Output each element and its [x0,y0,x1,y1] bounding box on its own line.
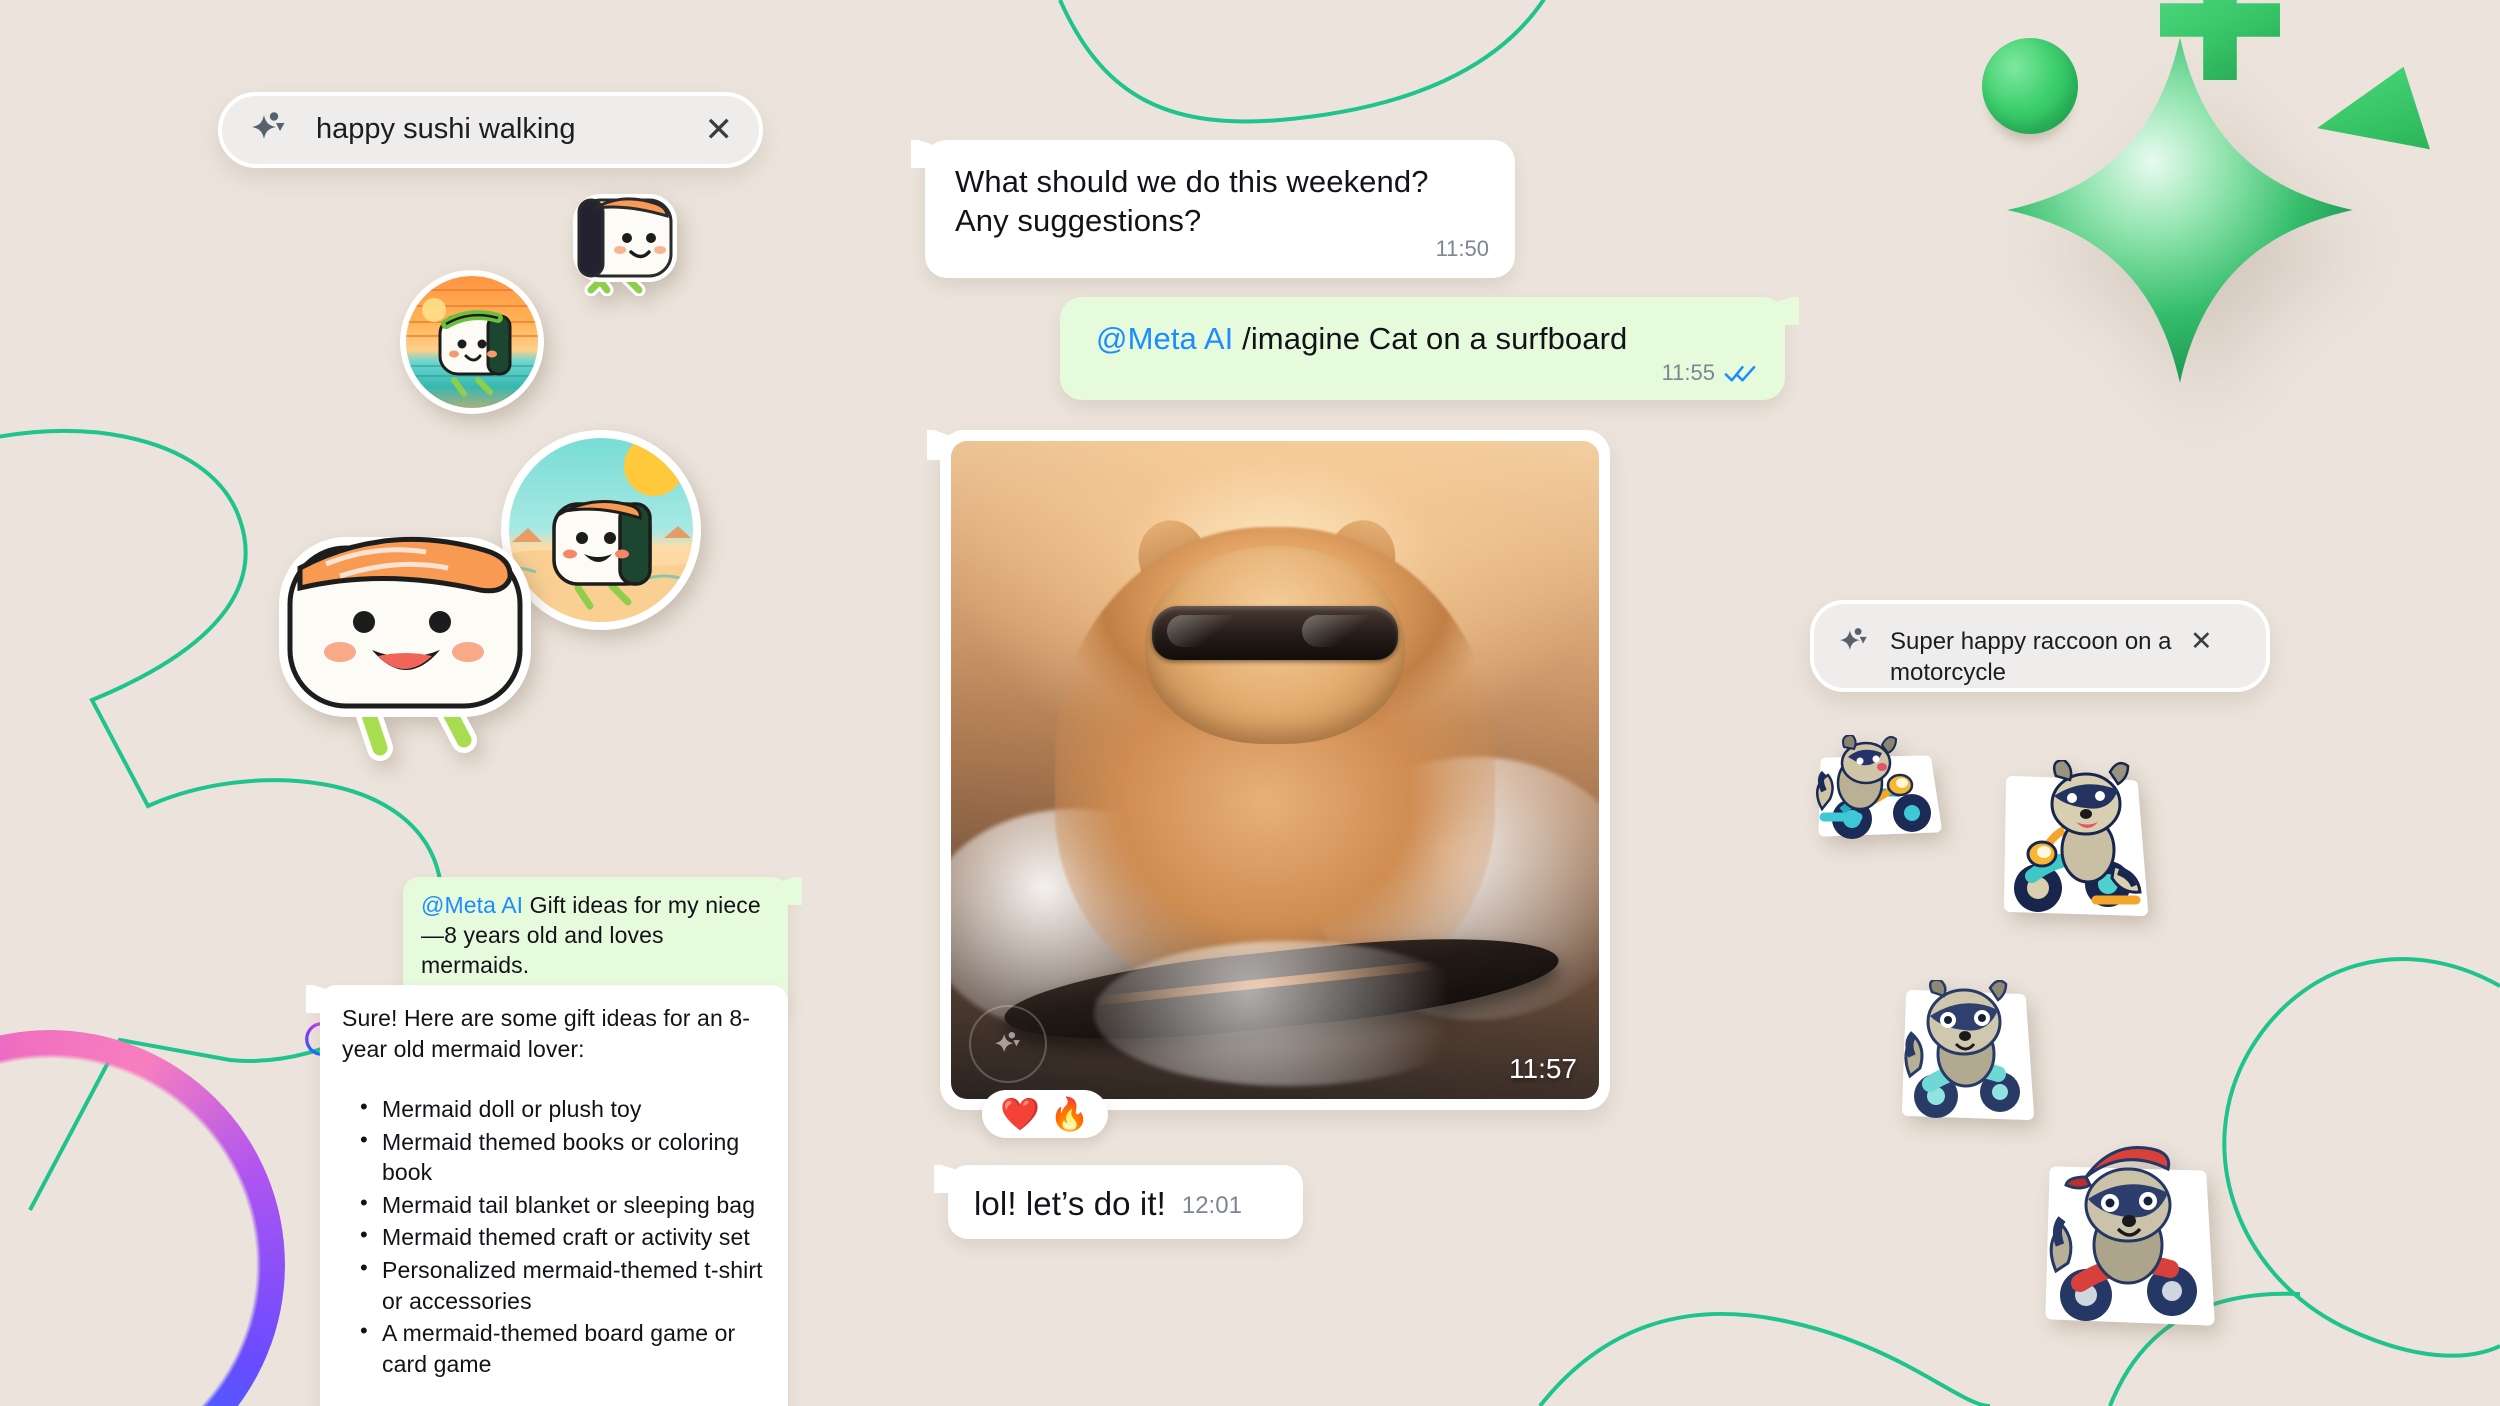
meta-ai-mention[interactable]: @Meta AI [1096,321,1233,356]
generated-image-cat-on-surfboard[interactable]: 11:57 [951,441,1599,1099]
sushi-sticker-sunset-circle[interactable] [392,262,552,422]
imagined-with-ai-watermark [969,1005,1047,1083]
read-receipt-double-check-icon [1724,365,1756,382]
message-reactions[interactable]: ❤️ 🔥 [982,1090,1108,1138]
timestamp: 11:55 [1661,360,1715,386]
sushi-sticker-walking-small[interactable] [565,178,693,296]
list-item: Mermaid themed craft or activity set [360,1220,766,1253]
reaction-fire[interactable]: 🔥 [1050,1098,1090,1130]
close-icon[interactable]: ✕ [705,113,734,147]
bubble-tail [306,985,332,1013]
reaction-heart[interactable]: ❤️ [1000,1098,1040,1130]
message-text: @Meta AI Gift ideas for my niece —8 year… [421,891,770,981]
timestamp: 11:50 [1435,236,1489,262]
message-body-line2: —8 years old and loves mermaids. [421,921,664,978]
message-body-line1: Gift ideas for my niece [529,892,761,918]
message-bubble-meta-ai-answer[interactable]: Sure! Here are some gift ideas for an 8-… [306,985,788,1406]
raccoon-sticker-motorcycle-blue[interactable] [1808,735,1944,855]
green-3d-star-shape [2007,37,2353,383]
meta-ai-gradient-torus [0,1030,285,1406]
wave-spray [1093,941,1483,1086]
message-body: /imagine Cat on a surfboard [1242,321,1628,356]
bubble-tail [1773,297,1799,325]
bubble-tail [776,877,802,905]
cat-sunglasses [1151,605,1399,660]
message-bubble-outgoing-imagine[interactable]: @Meta AI /imagine Cat on a surfboard 11:… [1060,297,1799,401]
ai-prompt-text: happy sushi walking [316,113,576,146]
raccoon-sticker-motorcycle-teal[interactable] [1992,760,2152,940]
message-meta: 11:55 [1096,360,1757,386]
bubble-tail [934,1165,960,1193]
list-item: Mermaid themed books or coloring book [360,1125,766,1188]
ai-prompt-pill-sushi[interactable]: happy sushi walking ✕ [218,92,763,168]
message-bubble-incoming-lol[interactable]: lol! let’s do it! 12:01 [934,1165,1303,1239]
message-text: lol! let’s do it! [974,1185,1166,1222]
message-text: What should we do this weekend? Any sugg… [955,164,1429,239]
screenshot-canvas: happy sushi walking ✕ Super happy raccoo… [0,0,2500,1406]
raccoon-sticker-scooter-teal[interactable] [1890,980,2040,1140]
message-bubble-image-cat-surfing[interactable]: 11:57 [927,430,1610,1110]
timestamp: 12:01 [1181,1191,1242,1219]
gift-ideas-list: Mermaid doll or plush toy Mermaid themed… [342,1092,766,1379]
message-text: @Meta AI /imagine Cat on a surfboard [1096,319,1757,358]
ai-sparkle-icon [252,111,286,150]
list-item: Mermaid doll or plush toy [360,1092,766,1125]
ai-prompt-text: Super happy raccoon on a motorcycle [1890,628,2172,687]
close-icon[interactable]: ✕ [2190,628,2213,655]
bubble-tail [927,430,953,460]
bubble-tail [911,140,937,168]
list-item: A mermaid-themed board game or card game [360,1316,766,1379]
list-item: Personalized mermaid-themed t-shirt or a… [360,1253,766,1316]
timestamp: 11:57 [1509,1053,1577,1084]
sushi-sticker-large-salmon[interactable] [256,482,556,772]
raccoon-sticker-scooter-red[interactable] [2032,1145,2222,1345]
answer-intro: Sure! Here are some gift ideas for an 8-… [342,1005,750,1062]
ai-prompt-pill-raccoon[interactable]: Super happy raccoon on a motorcycle ✕ [1810,600,2270,692]
list-item: Mermaid tail blanket or sleeping bag [360,1188,766,1221]
message-bubble-incoming-weekend[interactable]: What should we do this weekend? Any sugg… [911,140,1515,279]
meta-ai-mention[interactable]: @Meta AI [421,892,523,918]
ai-sparkle-icon [1840,627,1868,660]
